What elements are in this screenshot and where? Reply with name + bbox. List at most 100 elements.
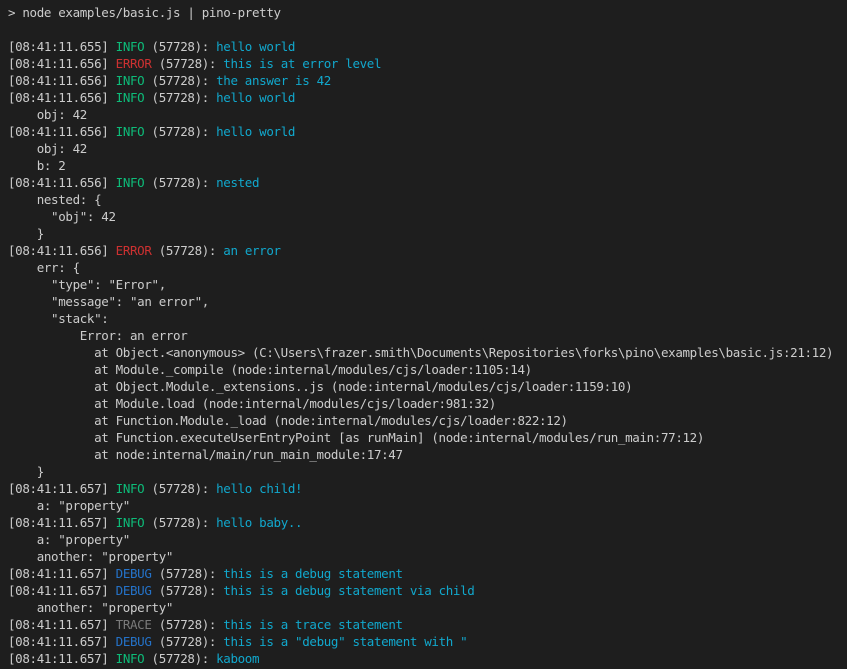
log-detail-line: at Function.Module._load (node:internal/… (8, 412, 847, 429)
log-timestamp: [08:41:11.657] (8, 651, 116, 666)
log-message: hello child! (216, 481, 302, 496)
log-pid: (57728): (144, 651, 216, 666)
log-level: DEBUG (116, 566, 152, 581)
log-line: [08:41:11.657] INFO (57728): kaboom (8, 650, 847, 667)
log-message: this is a debug statement via child (223, 583, 474, 598)
log-pid: (57728): (152, 243, 224, 258)
log-pid: (57728): (152, 617, 224, 632)
log-detail-line: obj: 42 (8, 106, 847, 123)
log-level: INFO (116, 124, 145, 139)
log-message: this is a trace statement (223, 617, 402, 632)
detail-text: at Module.load (node:internal/modules/cj… (8, 396, 496, 411)
log-detail-line: at Module.load (node:internal/modules/cj… (8, 395, 847, 412)
log-detail-line: at Function.executeUserEntryPoint [as ru… (8, 429, 847, 446)
log-message: hello world (216, 90, 295, 105)
log-timestamp: [08:41:11.657] (8, 481, 116, 496)
log-detail-line: "type": "Error", (8, 276, 847, 293)
log-level: INFO (116, 73, 145, 88)
log-line: [08:41:11.655] INFO (57728): hello world (8, 38, 847, 55)
detail-text: obj: 42 (8, 107, 87, 122)
log-timestamp: [08:41:11.656] (8, 243, 116, 258)
log-detail-line: another: "property" (8, 599, 847, 616)
blank-line (8, 21, 847, 38)
detail-text: at Object.Module._extensions..js (node:i… (8, 379, 632, 394)
log-timestamp: [08:41:11.657] (8, 583, 116, 598)
log-pid: (57728): (152, 583, 224, 598)
terminal-output: > node examples/basic.js | pino-pretty [… (8, 4, 847, 667)
log-line: [08:41:11.657] DEBUG (57728): this is a … (8, 633, 847, 650)
log-detail-line: "stack": (8, 310, 847, 327)
log-level: INFO (116, 515, 145, 530)
log-message: the answer is 42 (216, 73, 331, 88)
log-line: [08:41:11.656] INFO (57728): hello world (8, 123, 847, 140)
log-timestamp: [08:41:11.656] (8, 56, 116, 71)
log-pid: (57728): (152, 56, 224, 71)
log-line: [08:41:11.656] INFO (57728): nested (8, 174, 847, 191)
log-detail-line: a: "property" (8, 531, 847, 548)
log-detail-line: b: 2 (8, 157, 847, 174)
log-pid: (57728): (152, 566, 224, 581)
log-line: [08:41:11.657] TRACE (57728): this is a … (8, 616, 847, 633)
detail-text: a: "property" (8, 498, 130, 513)
log-message: nested (216, 175, 259, 190)
command-text: > node examples/basic.js | pino-pretty (8, 5, 281, 20)
log-timestamp: [08:41:11.657] (8, 634, 116, 649)
log-line: [08:41:11.657] DEBUG (57728): this is a … (8, 582, 847, 599)
log-detail-line: at Object.<anonymous> (C:\Users\frazer.s… (8, 344, 847, 361)
log-detail-line: at Object.Module._extensions..js (node:i… (8, 378, 847, 395)
log-level: ERROR (116, 56, 152, 71)
log-timestamp: [08:41:11.655] (8, 39, 116, 54)
log-timestamp: [08:41:11.656] (8, 73, 116, 88)
detail-text: another: "property" (8, 549, 173, 564)
log-level: INFO (116, 651, 145, 666)
log-message: this is a "debug" statement with " (223, 634, 467, 649)
detail-text: a: "property" (8, 532, 130, 547)
detail-text: at Object.<anonymous> (C:\Users\frazer.s… (8, 345, 833, 360)
detail-text: "type": "Error", (8, 277, 166, 292)
command-line: > node examples/basic.js | pino-pretty (8, 4, 847, 21)
detail-text: at Module._compile (node:internal/module… (8, 362, 532, 377)
log-timestamp: [08:41:11.656] (8, 175, 116, 190)
log-level: ERROR (116, 243, 152, 258)
log-level: INFO (116, 175, 145, 190)
log-message: this is at error level (223, 56, 381, 71)
detail-text: "obj": 42 (8, 209, 116, 224)
detail-text: "message": "an error", (8, 294, 209, 309)
log-pid: (57728): (144, 73, 216, 88)
log-line: [08:41:11.656] INFO (57728): hello world (8, 89, 847, 106)
log-message: an error (223, 243, 280, 258)
log-detail-line: nested: { (8, 191, 847, 208)
log-message: this is a debug statement (223, 566, 402, 581)
log-pid: (57728): (144, 515, 216, 530)
log-message: hello world (216, 124, 295, 139)
log-line: [08:41:11.657] INFO (57728): hello child… (8, 480, 847, 497)
log-level: TRACE (116, 617, 152, 632)
detail-text: err: { (8, 260, 80, 275)
log-detail-line: } (8, 463, 847, 480)
detail-text: at Function.executeUserEntryPoint [as ru… (8, 430, 704, 445)
detail-text: at Function.Module._load (node:internal/… (8, 413, 568, 428)
log-line: [08:41:11.656] INFO (57728): the answer … (8, 72, 847, 89)
detail-text: b: 2 (8, 158, 65, 173)
log-timestamp: [08:41:11.656] (8, 90, 116, 105)
log-detail-line: } (8, 225, 847, 242)
log-detail-line: Error: an error (8, 327, 847, 344)
detail-text: "stack": (8, 311, 108, 326)
log-message: kaboom (216, 651, 259, 666)
log-level: INFO (116, 90, 145, 105)
log-pid: (57728): (144, 175, 216, 190)
log-detail-line: "obj": 42 (8, 208, 847, 225)
detail-text: } (8, 464, 44, 479)
terminal-screen[interactable]: > node examples/basic.js | pino-pretty [… (0, 0, 847, 669)
log-pid: (57728): (144, 124, 216, 139)
log-detail-line: at node:internal/main/run_main_module:17… (8, 446, 847, 463)
log-line: [08:41:11.657] DEBUG (57728): this is a … (8, 565, 847, 582)
log-level: DEBUG (116, 583, 152, 598)
log-timestamp: [08:41:11.657] (8, 617, 116, 632)
detail-text: } (8, 226, 44, 241)
log-pid: (57728): (144, 39, 216, 54)
log-timestamp: [08:41:11.657] (8, 515, 116, 530)
log-timestamp: [08:41:11.657] (8, 566, 116, 581)
log-level: DEBUG (116, 634, 152, 649)
log-detail-line: "message": "an error", (8, 293, 847, 310)
